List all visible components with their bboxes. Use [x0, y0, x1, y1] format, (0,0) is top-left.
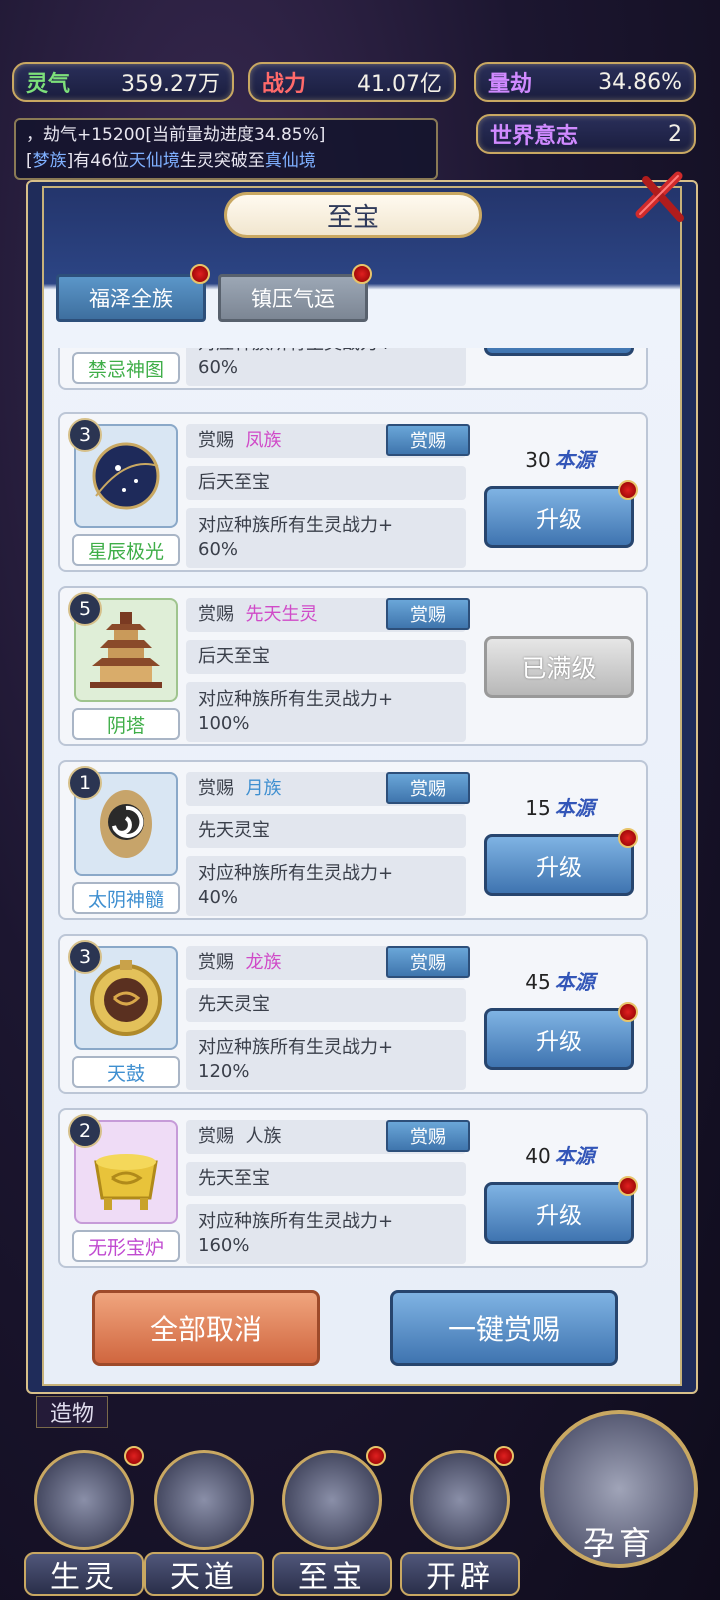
- reward-button[interactable]: 赏赐: [386, 946, 470, 978]
- reward-race: 人族: [245, 1126, 282, 1147]
- nav-label: 开辟: [400, 1552, 520, 1596]
- upgrade-button[interactable]: 升级: [484, 486, 634, 548]
- level-badge: 3: [68, 940, 102, 974]
- zhanli-value: 41.07亿: [357, 72, 442, 97]
- treasure-list[interactable]: 禁忌神图 对应种族所有生灵战力+60% 3 星辰极光 赏赐 凤族 赏赐 后天至宝…: [58, 348, 650, 1268]
- treasure-card-wuxing: 2 无形宝炉 赏赐 人族 赏赐 先天至宝 对应种族所有生灵战力+ 160% 40 本…: [58, 1108, 648, 1268]
- nav-badge: [366, 1446, 386, 1466]
- upgrade-button[interactable]: 升级: [484, 1008, 634, 1070]
- world-will-label: 世界意志: [490, 124, 579, 149]
- nav-label: 天道: [144, 1552, 264, 1596]
- treasure-type: 先天灵宝: [186, 988, 466, 1022]
- treasure-type: 后天至宝: [186, 466, 466, 500]
- log-line-1: ，劫气+15200[当前量劫进度34.85%]: [26, 125, 326, 145]
- log-text: 有46位: [73, 151, 129, 171]
- level-badge: 1: [68, 766, 102, 800]
- lingqi-value: 359.27万: [121, 72, 220, 97]
- world-will-value: 2: [668, 121, 682, 147]
- upgrade-badge: [618, 480, 638, 500]
- upgrade-cost: 45 本源: [525, 970, 595, 994]
- lingqi-stat: 灵气 359.27万: [12, 62, 234, 102]
- max-level-button: 已满级: [484, 636, 634, 698]
- treasure-type: 先天灵宝: [186, 814, 466, 848]
- one-key-reward-button[interactable]: 一键赏赐: [390, 1290, 618, 1366]
- nav-label: 生灵: [24, 1552, 144, 1596]
- liangjie-value: 34.86%: [598, 69, 682, 95]
- kaipi-emblem-icon: [410, 1450, 510, 1550]
- log-line-2: [梦族]有46位天仙境生灵突破至真仙境: [26, 151, 316, 171]
- treasure-desc: 对应种族所有生灵战力+ 160%: [186, 1204, 466, 1264]
- reward-button[interactable]: 赏赐: [386, 1120, 470, 1152]
- upgrade-badge: [618, 1002, 638, 1022]
- reward-race: 凤族: [245, 430, 282, 451]
- zhibao-emblem-icon: [282, 1450, 382, 1550]
- modal-title: 至宝: [224, 192, 482, 238]
- treasure-desc: 对应种族所有生灵战力+ 100%: [186, 682, 466, 742]
- event-log: ，劫气+15200[当前量劫进度34.85%] [梦族]有46位天仙境生灵突破至…: [14, 118, 438, 180]
- treasure-name: 禁忌神图: [72, 352, 180, 384]
- reward-race: 月族: [245, 778, 282, 799]
- log-race: 梦族: [32, 151, 67, 171]
- zaowu-button[interactable]: 造物: [36, 1396, 108, 1428]
- treasure-name: 阴塔: [72, 708, 180, 740]
- zhanli-stat: 战力 41.07亿: [248, 62, 456, 102]
- level-badge: 5: [68, 592, 102, 626]
- treasure-card-yinta: 5 阴塔 赏赐 先天生灵 赏赐 后天至宝 对应种族所有生灵战力+ 100% 已满级: [58, 586, 648, 746]
- tab-zhenya-qiyun[interactable]: 镇压气运: [218, 274, 368, 322]
- nav-badge: [494, 1446, 514, 1466]
- tab-zhenya-badge: [352, 264, 372, 284]
- close-icon[interactable]: [632, 168, 692, 228]
- log-realm-2: 真仙境: [264, 151, 316, 171]
- upgrade-cost: 40 本源: [525, 1144, 595, 1168]
- treasure-type: 后天至宝: [186, 640, 466, 674]
- reward-button[interactable]: 赏赐: [386, 598, 470, 630]
- reward-button[interactable]: 赏赐: [386, 424, 470, 456]
- zhanli-label: 战力: [262, 72, 307, 97]
- nav-label: 至宝: [272, 1552, 392, 1596]
- reward-race: 龙族: [245, 952, 282, 973]
- level-badge: 3: [68, 418, 102, 452]
- tab-fuze-quanzu[interactable]: 福泽全族: [56, 274, 206, 322]
- reward-race: 先天生灵: [245, 604, 318, 625]
- treasure-desc: 对应种族所有生灵战力+ 120%: [186, 1030, 466, 1090]
- upgrade-badge: [618, 1176, 638, 1196]
- nav-tiandao[interactable]: 天道: [144, 1440, 264, 1600]
- treasure-desc: 对应种族所有生灵战力+60%: [186, 508, 466, 568]
- treasure-card-partial: 禁忌神图 对应种族所有生灵战力+60%: [58, 348, 648, 390]
- nav-shengling[interactable]: 生灵: [24, 1440, 144, 1600]
- treasure-desc: 对应种族所有生灵战力+ 40%: [186, 856, 466, 916]
- upgrade-button[interactable]: 升级: [484, 1182, 634, 1244]
- treasure-name: 天鼓: [72, 1056, 180, 1088]
- tab-fuze-badge: [190, 264, 210, 284]
- liangjie-label: 量劫: [488, 72, 533, 97]
- treasure-name: 太阴神髓: [72, 882, 180, 914]
- log-realm: 天仙境: [128, 151, 180, 171]
- lingqi-label: 灵气: [26, 72, 71, 97]
- reward-button[interactable]: 赏赐: [386, 772, 470, 804]
- nav-kaipi[interactable]: 开辟: [400, 1440, 520, 1600]
- upgrade-cost: 15 本源: [525, 796, 595, 820]
- nurture-button[interactable]: 孕育: [534, 1400, 704, 1590]
- level-badge: 2: [68, 1114, 102, 1148]
- treasure-name: 星辰极光: [72, 534, 180, 566]
- treasure-card-xingchen: 3 星辰极光 赏赐 凤族 赏赐 后天至宝 对应种族所有生灵战力+ 60% 30 本源…: [58, 412, 648, 572]
- shengling-emblem-icon: [34, 1450, 134, 1550]
- cancel-all-button[interactable]: 全部取消: [92, 1290, 320, 1366]
- world-will-stat[interactable]: 世界意志 2: [476, 114, 696, 154]
- liangjie-stat: 量劫 34.86%: [474, 62, 696, 102]
- treasure-card-tiangu: 3 天鼓 赏赐 龙族 赏赐 先天灵宝 对应种族所有生灵战力+ 120% 45 本源 …: [58, 934, 648, 1094]
- nurture-label: 孕育: [582, 1524, 655, 1562]
- treasure-desc: 对应种族所有生灵战力+60%: [186, 348, 466, 386]
- nav-badge: [124, 1446, 144, 1466]
- nav-zhibao[interactable]: 至宝: [272, 1440, 392, 1600]
- treasure-name: 无形宝炉: [72, 1230, 180, 1262]
- treasure-card-taiyin: 1 太阴神髓 赏赐 月族 赏赐 先天灵宝 对应种族所有生灵战力+ 40% 15 本源…: [58, 760, 648, 920]
- log-text-2: 生灵突破至: [179, 151, 265, 171]
- upgrade-cost: 30 本源: [525, 448, 595, 472]
- tiandao-emblem-icon: [154, 1450, 254, 1550]
- treasure-type: 先天至宝: [186, 1162, 466, 1196]
- upgrade-badge: [618, 828, 638, 848]
- upgrade-button[interactable]: [484, 348, 634, 356]
- upgrade-button[interactable]: 升级: [484, 834, 634, 896]
